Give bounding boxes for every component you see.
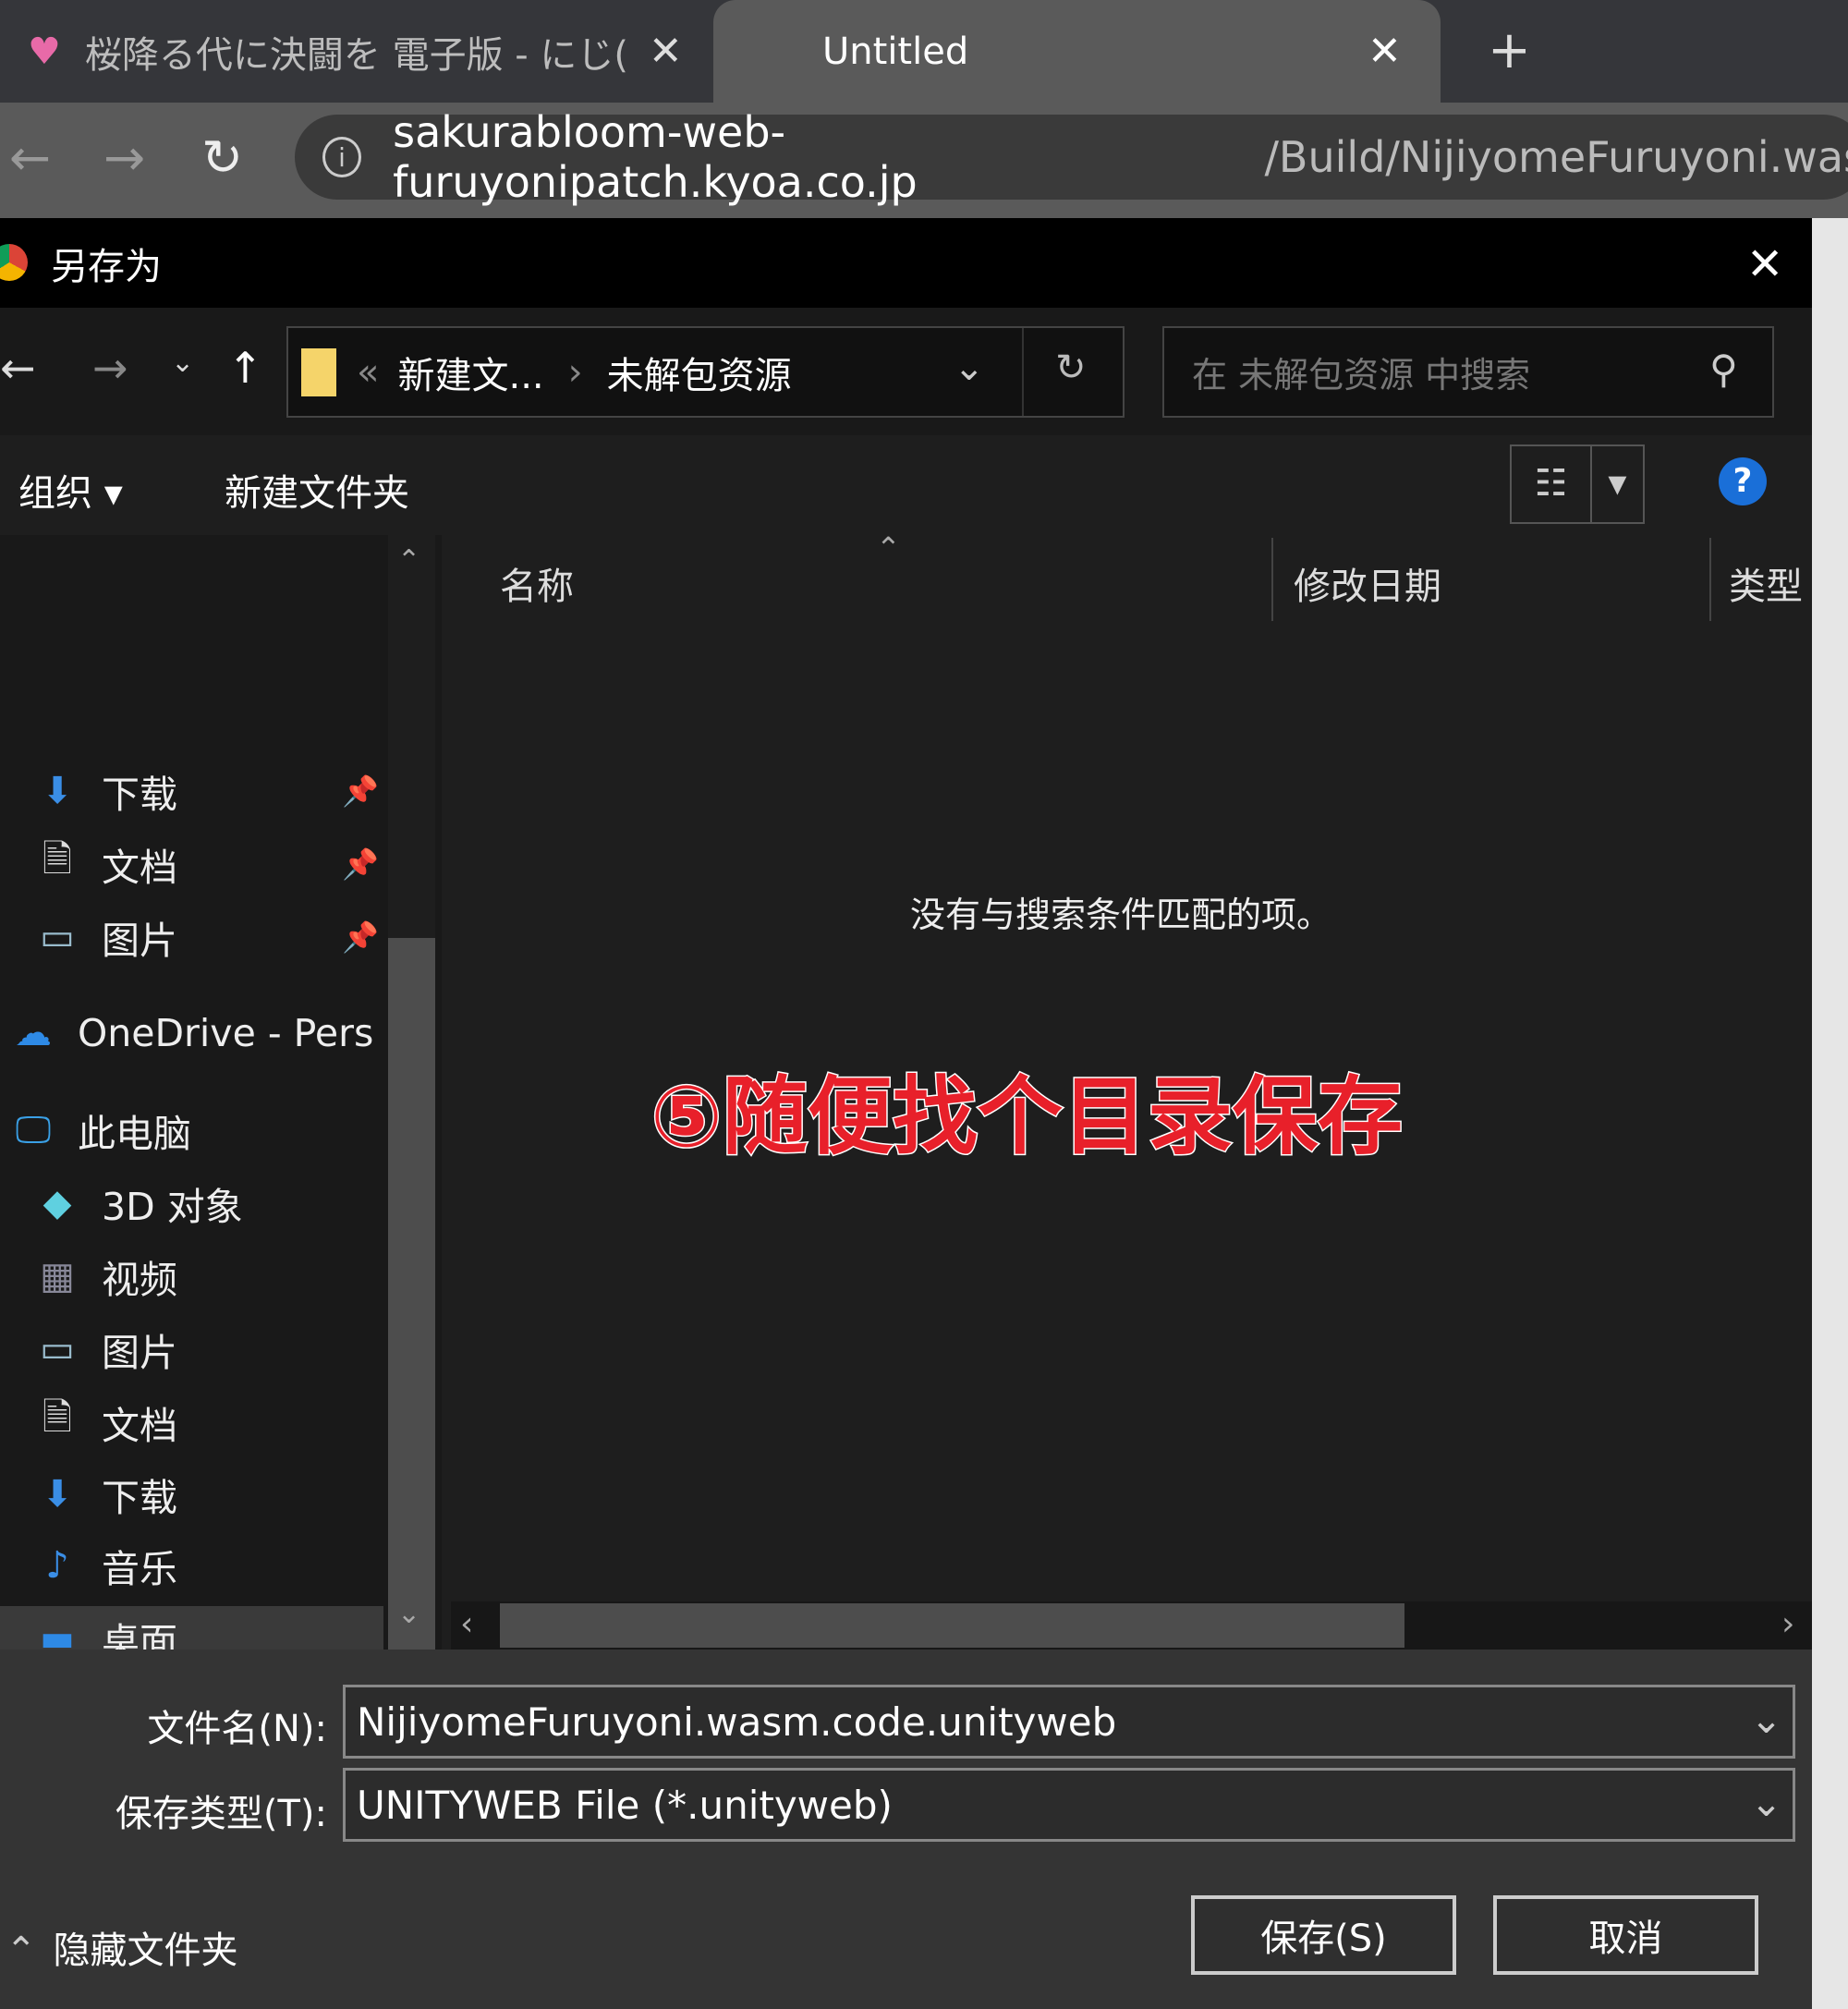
pictures-icon: ▭: [40, 1328, 75, 1370]
sidebar-item-label: 图片: [102, 1331, 177, 1375]
tab-untitled[interactable]: Untitled ✕: [713, 0, 1441, 103]
sidebar-item-label: 文档: [102, 846, 177, 890]
cloud-icon: ☁: [15, 1012, 52, 1054]
cancel-button[interactable]: 取消: [1493, 1895, 1758, 1975]
document-icon: 🗎: [42, 1396, 73, 1439]
download-icon: ⬇: [42, 1473, 73, 1516]
sidebar-item[interactable]: ⬇ 下载 📌: [0, 759, 383, 823]
sidebar-item-label: 下载: [102, 773, 177, 817]
sidebar-item[interactable]: ▭ 图片: [0, 1317, 383, 1382]
sidebar-scrollbar[interactable]: ⌃ ⌄: [388, 535, 435, 1650]
filetype-label: 保存类型(T):: [115, 1793, 327, 1835]
new-tab-icon[interactable]: +: [1488, 20, 1531, 80]
close-tab-icon[interactable]: ✕: [649, 28, 683, 75]
empty-message: 没有与搜索条件匹配的项。: [909, 895, 1331, 935]
chrome-icon: [0, 244, 28, 281]
sidebar-item[interactable]: 🗎 文档: [0, 1390, 383, 1455]
sidebar-item[interactable]: ◆ 3D 对象: [0, 1171, 383, 1236]
reload-icon[interactable]: ↻: [201, 128, 243, 187]
save-button[interactable]: 保存(S): [1191, 1895, 1456, 1975]
sidebar-item[interactable]: ▭ 图片 📌: [0, 905, 383, 969]
command-bar: 组织 ▾ 新建文件夹 ☷ ▾ ?: [0, 435, 1812, 535]
document-icon: 🗎: [42, 838, 73, 881]
sidebar-item-label: 桌面: [102, 1620, 177, 1650]
download-icon: ⬇: [42, 770, 73, 812]
site-favicon-icon: ♥: [28, 30, 61, 73]
filename-input[interactable]: NijiyomeFuruyoni.wasm.code.unityweb ⌄: [343, 1685, 1795, 1759]
cube-icon: ◆: [43, 1182, 72, 1224]
sidebar-item-label: 图片: [102, 919, 177, 963]
pin-icon: 📌: [342, 919, 379, 955]
video-icon: ▦: [40, 1255, 75, 1297]
page-background: [1812, 218, 1848, 2009]
forward-icon[interactable]: →: [103, 128, 145, 187]
back-icon[interactable]: ←: [9, 128, 51, 187]
details-view-icon: ☷: [1534, 462, 1568, 505]
address-bar[interactable]: i sakurabloom-web-furuyonipatch.kyoa.co.…: [295, 107, 1848, 207]
scrollbar-thumb: [500, 1603, 1404, 1648]
up-icon[interactable]: ↑: [227, 343, 263, 393]
forward-icon[interactable]: →: [92, 343, 128, 393]
column-headers: ⌃ 名称 修改日期 类型: [442, 530, 1812, 621]
scrollbar-thumb: [388, 938, 435, 1650]
breadcrumb[interactable]: « 新建文... › 未解包资源 ⌄ ↻: [286, 326, 1125, 418]
chevron-right-icon: ›: [567, 350, 583, 394]
file-list[interactable]: ⌃ 名称 修改日期 类型 没有与搜索条件匹配的项。 ⑤随便找个目录保存 ‹ ›: [442, 530, 1812, 1650]
organize-menu[interactable]: 组织 ▾: [18, 463, 123, 517]
desktop-icon: ▬: [40, 1617, 75, 1650]
pin-icon: 📌: [342, 846, 379, 882]
sort-asc-icon: ⌃: [876, 530, 901, 566]
overflow-icon[interactable]: «: [357, 351, 379, 394]
sidebar-item-label: 下载: [102, 1476, 177, 1520]
sidebar-item-label: 此电脑: [78, 1112, 191, 1156]
sidebar-item[interactable]: 🗎 文档 📌: [0, 832, 383, 896]
computer-icon: 🖵: [15, 1109, 52, 1151]
sidebar-item-label: 视频: [102, 1258, 177, 1302]
new-folder-button[interactable]: 新建文件夹: [225, 463, 409, 517]
sidebar-item-label: 文档: [102, 1404, 177, 1448]
close-icon[interactable]: ✕: [1746, 238, 1783, 290]
sidebar-item-label: OneDrive - Pers: [78, 1011, 374, 1055]
refresh-icon[interactable]: ↻: [1055, 347, 1087, 389]
column-name[interactable]: 名称: [500, 556, 574, 610]
sidebar-item[interactable]: 🖵 此电脑: [0, 1098, 383, 1163]
back-icon[interactable]: ←: [0, 343, 36, 393]
column-type[interactable]: 类型: [1729, 556, 1803, 610]
sidebar-item[interactable]: ▬ 桌面: [0, 1606, 383, 1650]
pictures-icon: ▭: [40, 916, 75, 958]
column-modified[interactable]: 修改日期: [1294, 556, 1441, 610]
chevron-down-icon[interactable]: ⌄: [954, 347, 985, 389]
chevron-down-icon: ▾: [1589, 446, 1643, 522]
navigation-pane[interactable]: ⬇ 下载 📌 🗎 文档 📌 ▭ 图片 📌 ☁ OneDrive - Pers 🖵 此电脑 ◆ 3D 对象 ▦ 视…: [0, 535, 442, 1650]
close-tab-icon[interactable]: ✕: [1368, 28, 1402, 75]
tab-bar: ♥ 桜降る代に決闘を 電子版 - にじ( ✕ Untitled ✕ +: [0, 0, 1848, 103]
chevron-down-icon[interactable]: ⌄: [1750, 1697, 1782, 1742]
annotation-text: ⑤随便找个目录保存: [650, 1066, 1404, 1168]
chevron-up-icon: ⌃: [6, 1930, 37, 1972]
info-icon: i: [322, 137, 362, 177]
folder-icon: [301, 347, 336, 396]
filetype-select[interactable]: UNITYWEB File (*.unityweb) ⌄: [343, 1768, 1795, 1842]
horizontal-scrollbar[interactable]: ‹ ›: [451, 1601, 1812, 1650]
recent-chevron-icon[interactable]: ⌄: [171, 347, 194, 379]
music-icon: ♪: [45, 1544, 69, 1587]
search-icon[interactable]: ⚲: [1709, 347, 1738, 392]
dialog-title-bar: 另存为 ✕: [0, 218, 1812, 308]
pin-icon: 📌: [342, 773, 379, 809]
sidebar-item-label: 3D 对象: [102, 1185, 243, 1229]
sidebar-item[interactable]: ♪ 音乐: [0, 1533, 383, 1598]
sidebar-item-label: 音乐: [102, 1547, 177, 1591]
hide-folders-toggle[interactable]: ⌃ 隐藏文件夹: [6, 1920, 238, 1974]
sidebar-item[interactable]: ▦ 视频: [0, 1244, 383, 1309]
tab-sakura[interactable]: ♥ 桜降る代に決闘を 電子版 - にじ( ✕: [0, 0, 713, 103]
sidebar-item[interactable]: ⬇ 下载: [0, 1462, 383, 1527]
chevron-down-icon[interactable]: ⌄: [1750, 1780, 1782, 1825]
view-options-button[interactable]: ☷ ▾: [1510, 444, 1645, 524]
sidebar-item[interactable]: ☁ OneDrive - Pers: [0, 1001, 383, 1065]
help-icon[interactable]: ?: [1719, 457, 1767, 505]
search-input[interactable]: 在 未解包资源 中搜索 ⚲: [1162, 326, 1774, 418]
filename-label: 文件名(N):: [147, 1708, 327, 1750]
